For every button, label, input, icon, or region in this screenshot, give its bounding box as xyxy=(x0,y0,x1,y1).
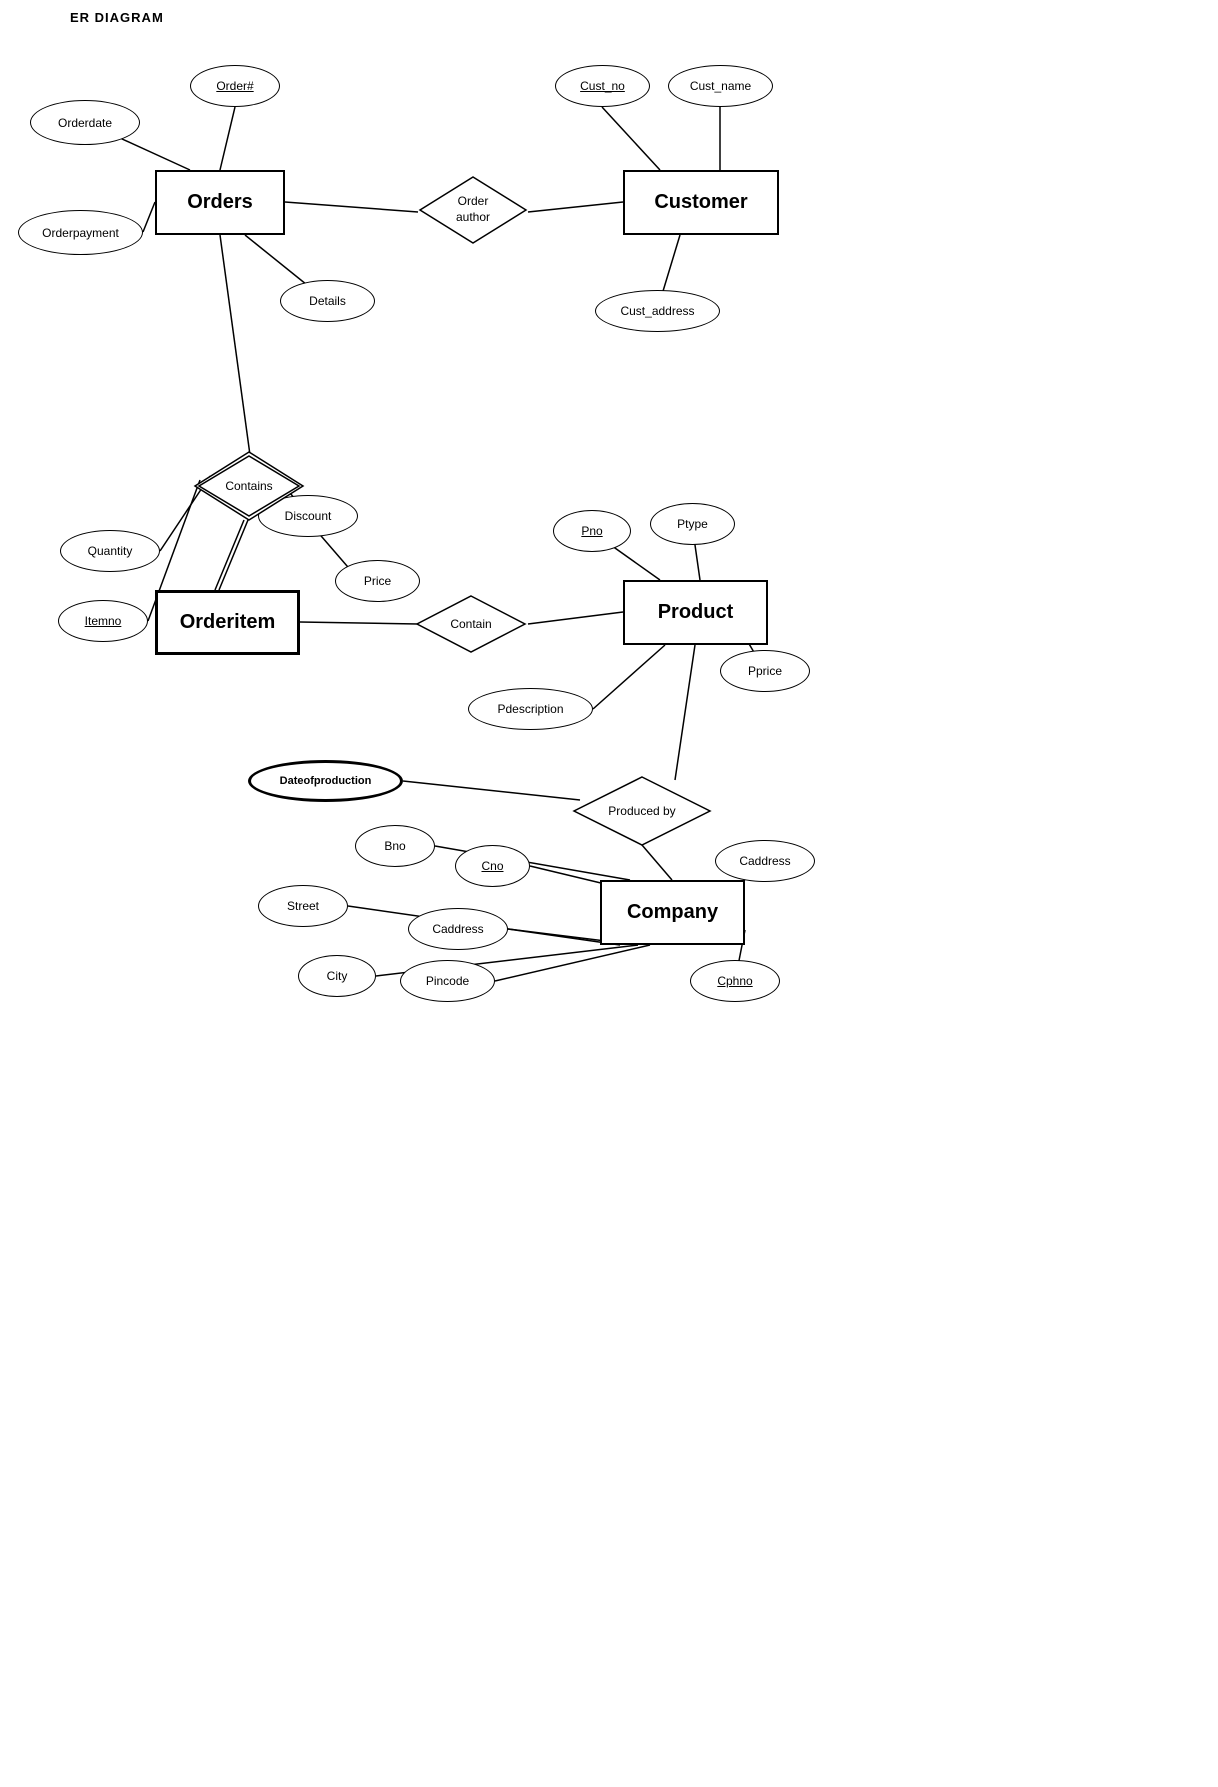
svg-text:Contains: Contains xyxy=(225,479,272,493)
svg-text:Produced by: Produced by xyxy=(608,804,675,818)
entity-product: Product xyxy=(623,580,768,645)
attr-details: Details xyxy=(280,280,375,322)
attr-orderpayment: Orderpayment xyxy=(18,210,143,255)
attr-street: Street xyxy=(258,885,348,927)
attr-city: City xyxy=(298,955,376,997)
attr-dateofproduction: Dateofproduction xyxy=(248,760,403,802)
entity-company: Company xyxy=(600,880,745,945)
attr-cust-no: Cust_no xyxy=(555,65,650,107)
svg-text:author: author xyxy=(456,210,490,224)
attr-cust-name: Cust_name xyxy=(668,65,773,107)
attr-itemno: Itemno xyxy=(58,600,148,642)
relationship-contains: Contains xyxy=(193,450,305,522)
attr-orderdate: Orderdate xyxy=(30,100,140,145)
attr-caddress-top: Caddress xyxy=(715,840,815,882)
attr-quantity: Quantity xyxy=(60,530,160,572)
relationship-contain: Contain xyxy=(415,594,527,654)
er-diagram: ER DIAGRAM xyxy=(0,0,1218,1012)
attr-cust-address: Cust_address xyxy=(595,290,720,332)
attr-pdescription: Pdescription xyxy=(468,688,593,730)
attr-bno: Bno xyxy=(355,825,435,867)
attr-ptype: Ptype xyxy=(650,503,735,545)
attr-cphno: Cphno xyxy=(690,960,780,1002)
entity-orderitem: Orderitem xyxy=(155,590,300,655)
attr-price: Price xyxy=(335,560,420,602)
entity-orders: Orders xyxy=(155,170,285,235)
entity-customer: Customer xyxy=(623,170,779,235)
relationship-produced-by: Produced by xyxy=(572,775,712,847)
attr-caddress-bot: Caddress xyxy=(408,908,508,950)
relationship-order-author: Order author xyxy=(418,175,528,245)
attr-pprice: Pprice xyxy=(720,650,810,692)
attr-pincode: Pincode xyxy=(400,960,495,1002)
connections-layer xyxy=(0,0,1218,1012)
attr-cno: Cno xyxy=(455,845,530,887)
diagram-title: ER DIAGRAM xyxy=(70,10,164,25)
svg-text:Contain: Contain xyxy=(450,617,491,631)
attr-pno: Pno xyxy=(553,510,631,552)
svg-text:Order: Order xyxy=(458,194,489,208)
attr-ordernum: Order# xyxy=(190,65,280,107)
